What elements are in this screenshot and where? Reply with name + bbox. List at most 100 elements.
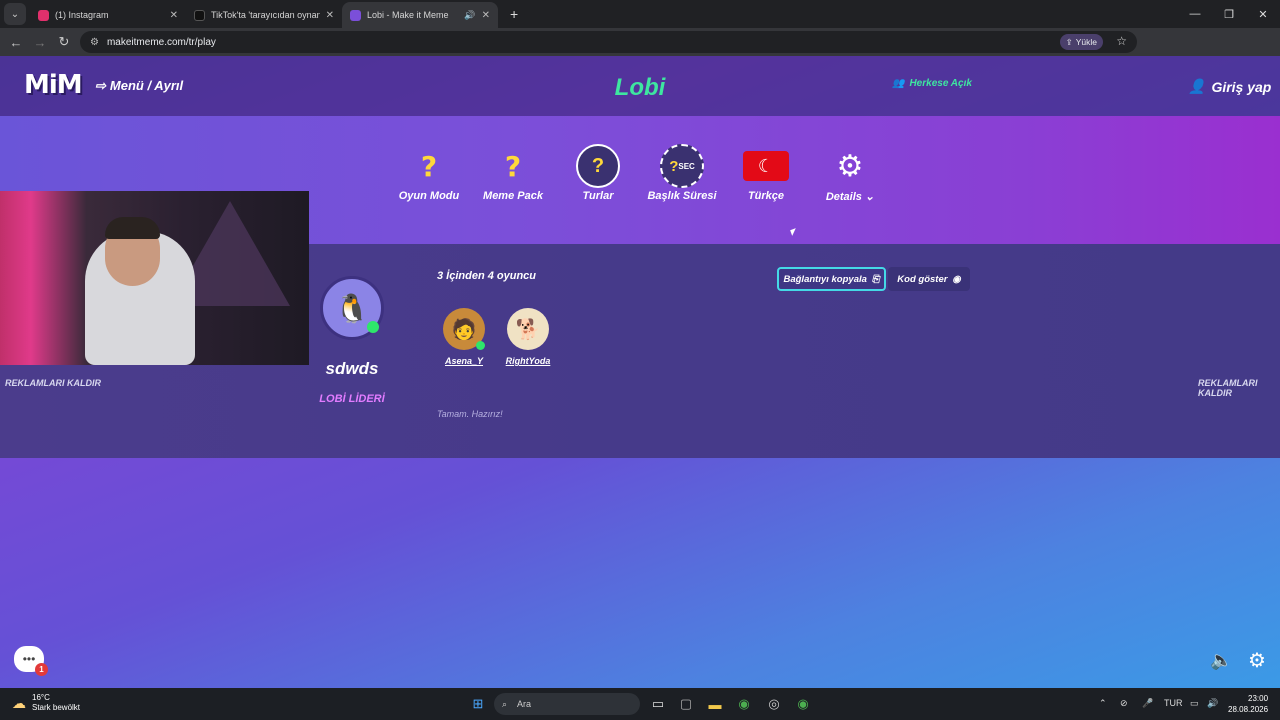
- host-avatar[interactable]: 🐧: [320, 276, 384, 340]
- turkey-flag-icon: ☾: [743, 151, 789, 181]
- network-off-icon[interactable]: ⊘: [1120, 698, 1128, 709]
- setting-details[interactable]: ⚙ Details ⌄: [805, 146, 895, 204]
- mim-icon: [350, 9, 361, 21]
- tab-tiktok[interactable]: TikTok'ta 'tarayıcıdan oynanabi ✕: [186, 2, 342, 28]
- mim-logo[interactable]: MiM: [24, 70, 83, 100]
- setting-rounds[interactable]: ? Turlar: [553, 144, 643, 202]
- timer-dial-icon: ? SEC: [660, 144, 704, 188]
- obs-icon[interactable]: ◎: [766, 696, 782, 712]
- online-indicator: [367, 321, 379, 333]
- display-icon[interactable]: ▭: [1190, 698, 1199, 709]
- clock-date: 28.08.2026: [1228, 705, 1269, 714]
- site-info-icon[interactable]: ⚙: [90, 37, 99, 48]
- upload-label: Yükle: [1075, 37, 1097, 47]
- streamer-hair: [105, 217, 160, 239]
- setting-label: Details: [825, 191, 862, 203]
- minimize-button[interactable]: —: [1178, 0, 1212, 28]
- link-icon: ⎘: [871, 273, 880, 285]
- search-icon: ⌕: [502, 698, 508, 709]
- remove-ads-link-left[interactable]: REKLAMLARI KALDIR: [5, 378, 101, 388]
- windows-start-icon[interactable]: ⊞: [470, 696, 486, 712]
- bookmark-star-icon[interactable]: ☆: [1116, 34, 1127, 48]
- chat-icon: •••: [22, 652, 36, 666]
- volume-icon[interactable]: 🔊: [1207, 698, 1218, 709]
- copy-link-label: Bağlantıyı kopyala: [783, 273, 867, 285]
- sound-toggle-icon[interactable]: 🔈: [1210, 650, 1232, 671]
- setting-caption-time[interactable]: ? SEC Başlık Süresi: [637, 144, 727, 202]
- new-tab-button[interactable]: +: [510, 6, 518, 22]
- setting-game-mode[interactable]: ? Oyun Modu: [384, 146, 474, 203]
- back-icon[interactable]: ←: [4, 35, 28, 50]
- chrome-icon[interactable]: ◉: [736, 696, 752, 712]
- chrome-active-icon[interactable]: ◉: [795, 696, 811, 712]
- weather-widget[interactable]: ☁ 16°C Stark bewölkt: [12, 693, 80, 713]
- player-name[interactable]: RightYoda: [498, 356, 558, 366]
- login-button[interactable]: 👤 Giriş yap: [1188, 78, 1271, 95]
- copy-link-button[interactable]: Bağlantıyı kopyala ⎘: [777, 267, 886, 291]
- tab-label: TikTok'ta 'tarayıcıdan oynanabi: [211, 10, 320, 20]
- omnibox[interactable]: ⚙ makeitmeme.com/tr/play ⇪ Yükle ☆: [80, 31, 1137, 53]
- window-controls: — ❐ ✕: [1178, 0, 1280, 28]
- close-tab-icon[interactable]: ✕: [326, 10, 334, 21]
- login-label: Giriş yap: [1211, 78, 1272, 95]
- instagram-icon: [38, 9, 49, 21]
- url-text[interactable]: makeitmeme.com/tr/play: [107, 37, 216, 48]
- app-icon[interactable]: ▢: [678, 696, 694, 712]
- setting-meme-pack[interactable]: ? Meme Pack: [468, 146, 558, 203]
- setting-label: Meme Pack: [483, 190, 543, 202]
- exit-icon: ⇨: [95, 78, 106, 93]
- close-window-button[interactable]: ✕: [1246, 0, 1280, 28]
- player-avatar: 🧑: [443, 308, 485, 350]
- menu-leave-button[interactable]: ⇨ Menü / Ayrıl: [95, 78, 183, 94]
- eye-icon: ◉: [952, 273, 961, 285]
- timer-unit: SEC: [678, 161, 695, 171]
- forward-icon[interactable]: →: [28, 35, 52, 50]
- player-card[interactable]: 🐕 RightYoda: [498, 308, 558, 366]
- users-icon: 👥: [892, 78, 905, 89]
- tab-instagram[interactable]: (1) Instagram ✕: [30, 2, 186, 28]
- page-title: Lobi: [614, 74, 666, 101]
- reload-icon[interactable]: ↻: [52, 34, 76, 50]
- visibility-toggle[interactable]: 👥 Herkese Açık: [892, 78, 972, 89]
- settings-gear-icon[interactable]: ⚙: [1248, 648, 1266, 673]
- show-code-label: Kod göster: [897, 273, 948, 285]
- game-header: MiM ⇨ Menü / Ayrıl Lobi 👥 Herkese Açık 👤 Gi…: [0, 56, 1280, 116]
- tab-label: Lobi - Make it Meme: [367, 10, 449, 20]
- restore-button[interactable]: ❐: [1212, 0, 1246, 28]
- chat-badge: 1: [35, 663, 48, 676]
- tab-lobi[interactable]: Lobi - Make it Meme 🔊 ✕: [342, 2, 498, 28]
- show-code-button[interactable]: Kod göster ◉: [888, 267, 970, 291]
- remove-ads-link-right[interactable]: REKLAMLARI KALDIR: [1198, 378, 1280, 398]
- setting-label: Turlar: [582, 190, 614, 202]
- task-view-icon[interactable]: ▭: [650, 696, 666, 712]
- audio-icon[interactable]: 🔊: [464, 10, 475, 21]
- setting-language[interactable]: ☾ Türkçe: [721, 146, 811, 202]
- rounds-dial-icon: ?: [576, 144, 620, 188]
- clock[interactable]: 23:00 28.08.2026: [1228, 693, 1268, 715]
- user-icon: 👤: [1188, 78, 1206, 94]
- windows-taskbar: ☁ 16°C Stark bewölkt ⊞ ⌕ Ara ▭ ▢ ▬ ◉ ◎ ◉ ⌃…: [0, 688, 1280, 720]
- game-page: MiM ⇨ Menü / Ayrıl Lobi 👥 Herkese Açık 👤 Gi…: [0, 56, 1280, 688]
- upload-button[interactable]: ⇪ Yükle: [1059, 34, 1103, 50]
- gear-icon: ⚙: [836, 149, 864, 183]
- player-name[interactable]: Asena_Y: [434, 356, 494, 366]
- tiktok-icon: [194, 9, 205, 21]
- visibility-label: Herkese Açık: [909, 78, 972, 89]
- player-card[interactable]: 🧑 Asena_Y: [434, 308, 494, 366]
- close-tab-icon[interactable]: ✕: [482, 10, 490, 21]
- tab-search-button[interactable]: ⌄: [4, 3, 26, 25]
- microphone-icon[interactable]: 🎤: [1142, 698, 1153, 709]
- search-placeholder: Ara: [517, 699, 532, 709]
- language-indicator[interactable]: TUR: [1164, 698, 1183, 708]
- tab-label: (1) Instagram: [55, 10, 109, 20]
- file-explorer-icon[interactable]: ▬: [707, 696, 723, 712]
- webcam-overlay: [0, 191, 309, 365]
- taskbar-search[interactable]: ⌕ Ara: [494, 693, 640, 715]
- player-avatar: 🐕: [507, 308, 549, 350]
- chat-button[interactable]: ••• 1: [14, 646, 48, 676]
- setting-label: Türkçe: [747, 190, 785, 202]
- host-name: sdwds: [325, 359, 379, 378]
- tray-chevron-icon[interactable]: ⌃: [1099, 698, 1107, 709]
- close-tab-icon[interactable]: ✕: [170, 10, 178, 21]
- player-count: 3 İçinden 4 oyuncu: [437, 270, 537, 282]
